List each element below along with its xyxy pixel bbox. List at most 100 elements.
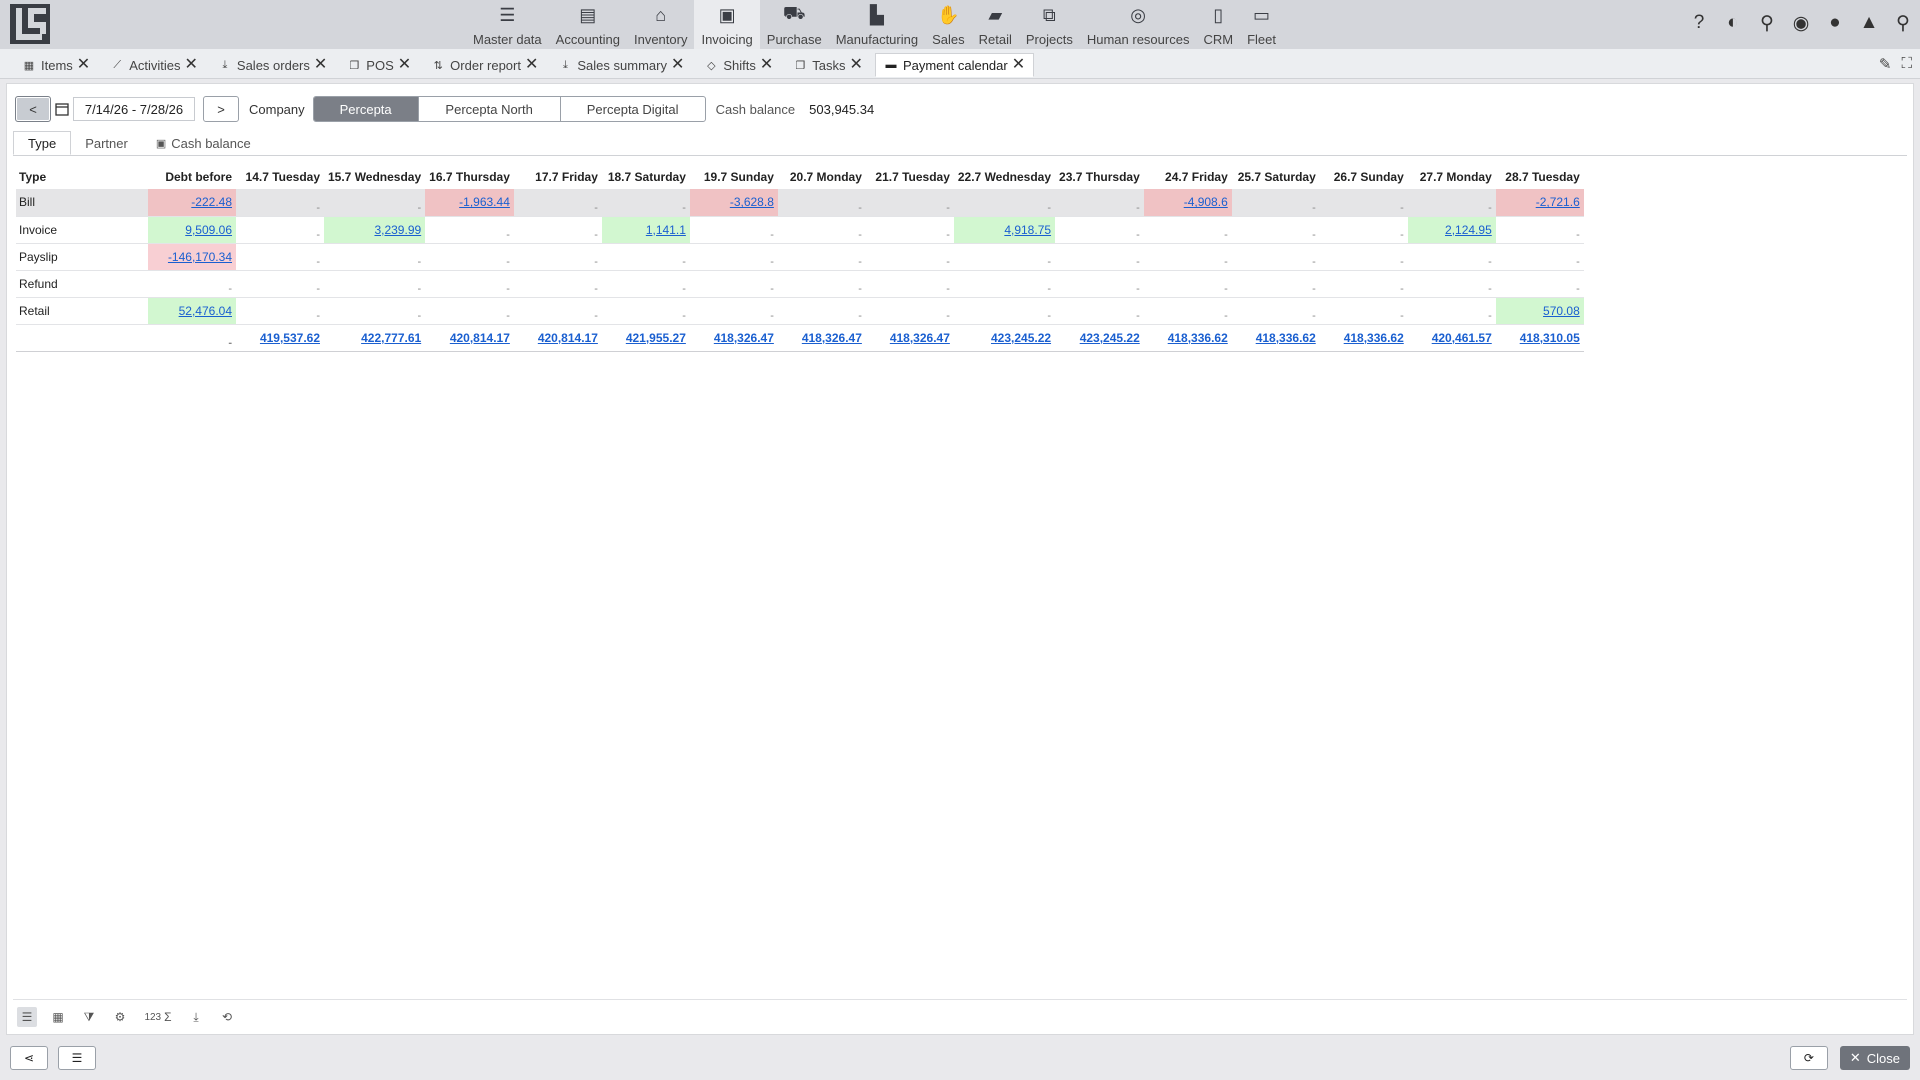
column-header[interactable]: 18.7 Saturday — [602, 165, 690, 189]
column-header[interactable]: 23.7 Thursday — [1055, 165, 1144, 189]
fullscreen-icon[interactable]: ⛶ — [1901, 55, 1912, 73]
close-tab-icon[interactable]: ✕ — [398, 57, 411, 73]
settings-icon[interactable]: ⚙ — [110, 1007, 130, 1027]
module-projects[interactable]: ⧉ Projects — [1019, 0, 1080, 49]
amount-link[interactable]: 1,141.1 — [646, 223, 686, 237]
total-link[interactable]: 418,336.62 — [1344, 331, 1404, 345]
close-tab-icon[interactable]: ✕ — [77, 57, 90, 73]
module-human-resources[interactable]: ◎ Human resources — [1080, 0, 1197, 49]
total-link[interactable]: 418,336.62 — [1168, 331, 1228, 345]
app-logo[interactable] — [8, 2, 52, 46]
tab-type[interactable]: Type — [13, 131, 72, 155]
pin-icon[interactable]: ⚲ — [1756, 12, 1778, 34]
total-link[interactable]: 420,814.17 — [538, 331, 598, 345]
tab-activities[interactable]: ⟋ Activities ✕ — [102, 53, 206, 77]
total-link[interactable]: 420,461.57 — [1432, 331, 1492, 345]
column-header[interactable]: 25.7 Saturday — [1232, 165, 1320, 189]
tab-partner[interactable]: Partner — [71, 131, 142, 155]
close-tab-icon[interactable]: ✕ — [850, 57, 863, 73]
total-link[interactable]: 420,814.17 — [450, 331, 510, 345]
amount-link[interactable]: 2,124.95 — [1445, 223, 1492, 237]
close-tab-icon[interactable]: ✕ — [525, 57, 538, 73]
calendar-icon[interactable] — [55, 102, 69, 116]
list-view-icon[interactable]: ☰ — [17, 1007, 37, 1027]
column-header[interactable]: 17.7 Friday — [514, 165, 602, 189]
tab-sales-summary[interactable]: ⤓ Sales summary ✕ — [550, 53, 692, 77]
column-header[interactable]: Type — [16, 165, 148, 189]
total-link[interactable]: 421,955.27 — [626, 331, 686, 345]
total-link[interactable]: 423,245.22 — [1080, 331, 1140, 345]
close-button[interactable]: ✕ Close — [1839, 1046, 1910, 1070]
grid-view-icon[interactable]: ▦ — [48, 1007, 68, 1027]
amount-link[interactable]: -4,908.6 — [1184, 195, 1228, 209]
lock-icon[interactable]: ▲ — [1858, 12, 1880, 34]
column-header[interactable]: 19.7 Sunday — [690, 165, 778, 189]
download-icon[interactable]: ⤓ — [186, 1007, 206, 1027]
filter-icon[interactable]: ⧩ — [79, 1007, 99, 1027]
close-tab-icon[interactable]: ✕ — [671, 57, 684, 73]
column-header[interactable]: 14.7 Tuesday — [236, 165, 324, 189]
module-sales[interactable]: ✋ Sales — [925, 0, 972, 49]
total-link[interactable]: 418,326.47 — [714, 331, 774, 345]
search-icon[interactable]: ⚲ — [1892, 12, 1914, 34]
contrast-icon[interactable]: ◐ — [1722, 12, 1744, 34]
module-purchase[interactable]: ⛟ Purchase — [760, 0, 829, 49]
company-option-percepta-digital[interactable]: Percepta Digital — [561, 97, 705, 121]
amount-link[interactable]: 570.08 — [1543, 304, 1580, 318]
tab-shifts[interactable]: ◇ Shifts ✕ — [696, 53, 781, 77]
close-tab-icon[interactable]: ✕ — [314, 57, 327, 73]
tab-tasks[interactable]: ❐ Tasks ✕ — [785, 53, 871, 77]
close-tab-icon[interactable]: ✕ — [1012, 57, 1025, 73]
column-header[interactable]: 27.7 Monday — [1408, 165, 1496, 189]
tab-cash-balance[interactable]: ▣ Cash balance — [142, 131, 265, 155]
options-button[interactable]: ☰ — [58, 1046, 96, 1070]
amount-link[interactable]: -2,721.6 — [1536, 195, 1580, 209]
amount-link[interactable]: -3,628.8 — [730, 195, 774, 209]
module-invoicing[interactable]: ▣ Invoicing — [694, 0, 760, 49]
tab-sales-orders[interactable]: ⤓ Sales orders ✕ — [210, 53, 335, 77]
chat-icon[interactable]: ● — [1824, 12, 1846, 34]
total-link[interactable]: 418,326.47 — [802, 331, 862, 345]
amount-link[interactable]: 3,239.99 — [374, 223, 421, 237]
amount-link[interactable]: -146,170.34 — [168, 250, 232, 264]
edit-icon[interactable]: ✎ — [1879, 55, 1892, 73]
refresh-icon[interactable]: ⟲ — [217, 1007, 237, 1027]
company-option-percepta-north[interactable]: Percepta North — [419, 97, 561, 121]
amount-link[interactable]: -1,963.44 — [459, 195, 510, 209]
tab-items[interactable]: ▦ Items ✕ — [14, 53, 98, 77]
amount-link[interactable]: 9,509.06 — [185, 223, 232, 237]
eye-icon[interactable]: ◉ — [1790, 12, 1812, 34]
column-header[interactable]: Debt before — [148, 165, 236, 189]
close-tab-icon[interactable]: ✕ — [185, 57, 198, 73]
close-tab-icon[interactable]: ✕ — [760, 57, 773, 73]
column-header[interactable]: 28.7 Tuesday — [1496, 165, 1584, 189]
total-link[interactable]: 418,336.62 — [1256, 331, 1316, 345]
module-manufacturing[interactable]: ▙ Manufacturing — [829, 0, 925, 49]
sum-toggle[interactable]: 123 Σ — [141, 1007, 175, 1027]
amount-link[interactable]: 52,476.04 — [179, 304, 232, 318]
total-link[interactable]: 418,310.05 — [1520, 331, 1580, 345]
share-button[interactable]: ⋖ — [10, 1046, 48, 1070]
column-header[interactable]: 26.7 Sunday — [1320, 165, 1408, 189]
module-retail[interactable]: ▰ Retail — [972, 0, 1019, 49]
total-link[interactable]: 419,537.62 — [260, 331, 320, 345]
next-period-button[interactable]: > — [203, 96, 239, 122]
date-range-field[interactable]: 7/14/26 - 7/28/26 — [73, 97, 195, 121]
column-header[interactable]: 16.7 Thursday — [425, 165, 514, 189]
column-header[interactable]: 15.7 Wednesday — [324, 165, 425, 189]
amount-link[interactable]: -222.48 — [191, 195, 232, 209]
total-link[interactable]: 422,777.61 — [361, 331, 421, 345]
previous-period-button[interactable]: < — [15, 96, 51, 122]
tab-order-report[interactable]: ⇅ Order report ✕ — [423, 53, 546, 77]
amount-link[interactable]: 4,918.75 — [1004, 223, 1051, 237]
column-header[interactable]: 24.7 Friday — [1144, 165, 1232, 189]
column-header[interactable]: 22.7 Wednesday — [954, 165, 1055, 189]
module-crm[interactable]: ▯ CRM — [1196, 0, 1240, 49]
reload-button[interactable]: ⟳ — [1789, 1046, 1828, 1070]
tab-pos[interactable]: ❐ POS ✕ — [339, 53, 419, 77]
module-accounting[interactable]: ▤ Accounting — [549, 0, 627, 49]
module-master-data[interactable]: ☰ Master data — [466, 0, 549, 49]
tab-payment-calendar[interactable]: ▬ Payment calendar ✕ — [874, 53, 1035, 77]
column-header[interactable]: 20.7 Monday — [778, 165, 866, 189]
total-link[interactable]: 423,245.22 — [991, 331, 1051, 345]
